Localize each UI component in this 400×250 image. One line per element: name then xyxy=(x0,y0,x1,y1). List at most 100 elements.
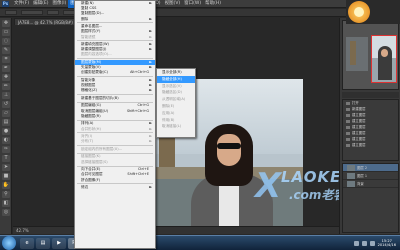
tray-network-icon[interactable] xyxy=(353,240,359,246)
submenu-arrow-icon: ► xyxy=(149,88,152,93)
menu-item-label: 选择链接图层(S) xyxy=(81,159,108,164)
menu-item-label: 图层编组(G) xyxy=(81,103,101,108)
menu-item-label: 智能滤镜 xyxy=(81,34,96,39)
gradient-tool-icon[interactable]: ▤ xyxy=(2,119,10,126)
healing-brush-tool-icon[interactable]: ✚ xyxy=(2,74,10,81)
menu-item-label: 图层蒙版(M) xyxy=(81,60,102,64)
options-bar xyxy=(0,9,400,17)
type-tool-icon[interactable]: T xyxy=(2,155,10,162)
menu-item-label: 链接图层(K) xyxy=(81,154,101,159)
eraser-tool-icon[interactable]: ▱ xyxy=(2,110,10,117)
layer-menu-item[interactable]: 新建基于图层的切片(B) xyxy=(75,96,155,101)
menubar-item[interactable]: 视图(V) xyxy=(163,0,183,8)
panel-tabs[interactable] xyxy=(342,92,399,98)
brush-tool-icon[interactable]: ✏ xyxy=(2,83,10,90)
lasso-tool-icon[interactable]: ◌ xyxy=(2,38,10,45)
submenu-arrow-icon: ► xyxy=(149,185,152,190)
marquee-tool-icon[interactable]: ▭ xyxy=(2,29,10,36)
layer-menu-item: 图层内容选项(O)... xyxy=(75,52,155,57)
status-bar: 42.7% xyxy=(13,226,339,234)
tray-clock[interactable]: 15:27 2014/4/16 xyxy=(378,239,396,248)
color-swatches-icon[interactable]: ◧ xyxy=(2,200,10,207)
pen-tool-icon[interactable]: ✑ xyxy=(2,146,10,153)
blur-tool-icon[interactable]: ● xyxy=(2,128,10,135)
crop-tool-icon[interactable]: ⌗ xyxy=(2,56,10,63)
menu-item-label: 对齐(I) xyxy=(81,134,93,139)
layer-menu-item[interactable]: 删除 ► xyxy=(75,17,155,22)
menu-item-label: 图层内容选项(O)... xyxy=(81,52,112,57)
taskbar-media-icon[interactable]: ▶ xyxy=(52,237,66,249)
history-panel: 打开 新建图层 建立图层 建立图层 建立图层 建立图层 建立图层 建立图层 xyxy=(342,99,399,161)
tray-ime-icon[interactable] xyxy=(369,240,375,246)
menubar-item[interactable]: 编辑(E) xyxy=(31,0,50,8)
menu-item-label: 智能对象 xyxy=(81,77,96,82)
move-tool-icon[interactable]: ✥ xyxy=(2,20,10,27)
taskbar-ie-icon[interactable]: e xyxy=(20,237,34,249)
menu-item-label: 重命名图层... xyxy=(81,24,103,29)
option-field[interactable] xyxy=(21,10,43,15)
photo-person-sunglasses xyxy=(217,143,241,149)
history-state[interactable]: 建立图层 xyxy=(343,142,398,148)
menu-item-label: 拼合图像(F) xyxy=(81,177,101,182)
hand-tool-icon[interactable]: ✋ xyxy=(2,182,10,189)
menubar-item[interactable]: 帮助(H) xyxy=(203,0,223,8)
layer-menu-item[interactable]: 修边 ► xyxy=(75,185,155,190)
history-brush-tool-icon[interactable]: ↺ xyxy=(2,101,10,108)
navigator-thumbnail[interactable] xyxy=(371,35,397,83)
promo-badge-icon xyxy=(348,1,370,23)
menu-item-label: 栅格化(Z) xyxy=(81,88,98,93)
taskbar-explorer-icon[interactable]: ▤ xyxy=(36,237,50,249)
shape-tool-icon[interactable]: ■ xyxy=(2,173,10,180)
eyedropper-tool-icon[interactable]: ✒ xyxy=(2,65,10,72)
layer-name: 图层 2 xyxy=(357,166,368,170)
tray-volume-icon[interactable] xyxy=(361,240,367,246)
menu-item-shortcut: Alt+Ctrl+G xyxy=(130,70,149,75)
layer-row[interactable]: 背景 xyxy=(343,180,398,188)
layer-name: 图层 1 xyxy=(357,174,368,178)
windows-taskbar: e ▤ ▶ Ps ◈ ◉ ◆ 15:27 2014/4/16 xyxy=(0,235,400,250)
menubar-item[interactable]: 窗口(W) xyxy=(182,0,203,8)
layer-row[interactable]: 图层 2 xyxy=(343,164,398,172)
dodge-tool-icon[interactable]: ◐ xyxy=(2,137,10,144)
mask-submenu-item: 隐藏选区(D) xyxy=(162,90,182,95)
layer-name: 背景 xyxy=(357,182,364,186)
menu-item-label: 新建基于图层的切片(B) xyxy=(81,95,119,100)
layer-menu-item[interactable]: 栅格化(Z) ► xyxy=(75,88,155,93)
layer-menu-item: 选择链接图层(S) xyxy=(75,160,155,165)
mask-submenu-item[interactable]: 隐藏全部(H) xyxy=(157,75,195,83)
tool-preset-picker[interactable] xyxy=(5,10,17,15)
submenu-arrow-icon: ► xyxy=(149,16,152,21)
menu-item-label: 图层样式(Y) xyxy=(81,29,101,34)
layer-menu-item: 分布(T) ► xyxy=(75,139,155,144)
menu-item-label: 矢量蒙版(V) xyxy=(81,65,101,70)
layer-menu-dropdown: 新建(N) ► 复制 CSS 复制图层(D)... 删除 ► 重命名图层... 图层样式(Y)… xyxy=(74,0,156,249)
watermark-sub: .com老客 xyxy=(289,188,346,202)
zoom-tool-icon[interactable]: ⚲ xyxy=(2,191,10,198)
clone-stamp-tool-icon[interactable]: ⊥ xyxy=(2,92,10,99)
start-button-icon[interactable] xyxy=(2,236,16,250)
menu-item-label: 复制图层(D)... xyxy=(81,11,105,16)
menu-item-label: 排列(A) xyxy=(81,121,94,126)
option-field[interactable] xyxy=(47,10,59,15)
layer-menu-item[interactable]: 拼合图像(F) xyxy=(75,178,155,183)
menubar-item[interactable]: 图像(I) xyxy=(50,0,68,8)
layer-menu-item: 合并形状(H) ► xyxy=(75,127,155,132)
menubar-item[interactable]: 文件(F) xyxy=(12,0,31,8)
mask-submenu-item[interactable]: 显示全部(R) xyxy=(157,69,195,76)
quick-select-tool-icon[interactable]: ✎ xyxy=(2,47,10,54)
layer-row[interactable]: 图层 1 xyxy=(343,172,398,180)
quick-mask-icon[interactable]: ◎ xyxy=(2,209,10,216)
submenu-arrow-icon: ► xyxy=(149,126,152,131)
layer-menu-item[interactable]: 创建剪贴蒙版(C) Alt+Ctrl+G xyxy=(75,70,155,75)
mask-submenu-item: 应用(A) xyxy=(162,110,175,115)
document-tab[interactable]: JA7E8... @ 42.7% (RGB/8#) xyxy=(14,18,80,25)
layer-menu-item[interactable]: 隐藏图层(R) xyxy=(75,114,155,119)
layer-menu-item: 智能滤镜 ► xyxy=(75,35,155,40)
path-select-tool-icon[interactable]: ➤ xyxy=(2,164,10,171)
menu-item-label: 分布(T) xyxy=(81,139,94,144)
nav-thumb-face xyxy=(381,49,388,57)
photo-person-face xyxy=(217,134,241,166)
photoshop-logo-icon: Ps xyxy=(2,0,9,7)
menu-item-label: 视频图层 xyxy=(81,83,96,88)
menu-item-label: 删除 xyxy=(81,16,89,21)
